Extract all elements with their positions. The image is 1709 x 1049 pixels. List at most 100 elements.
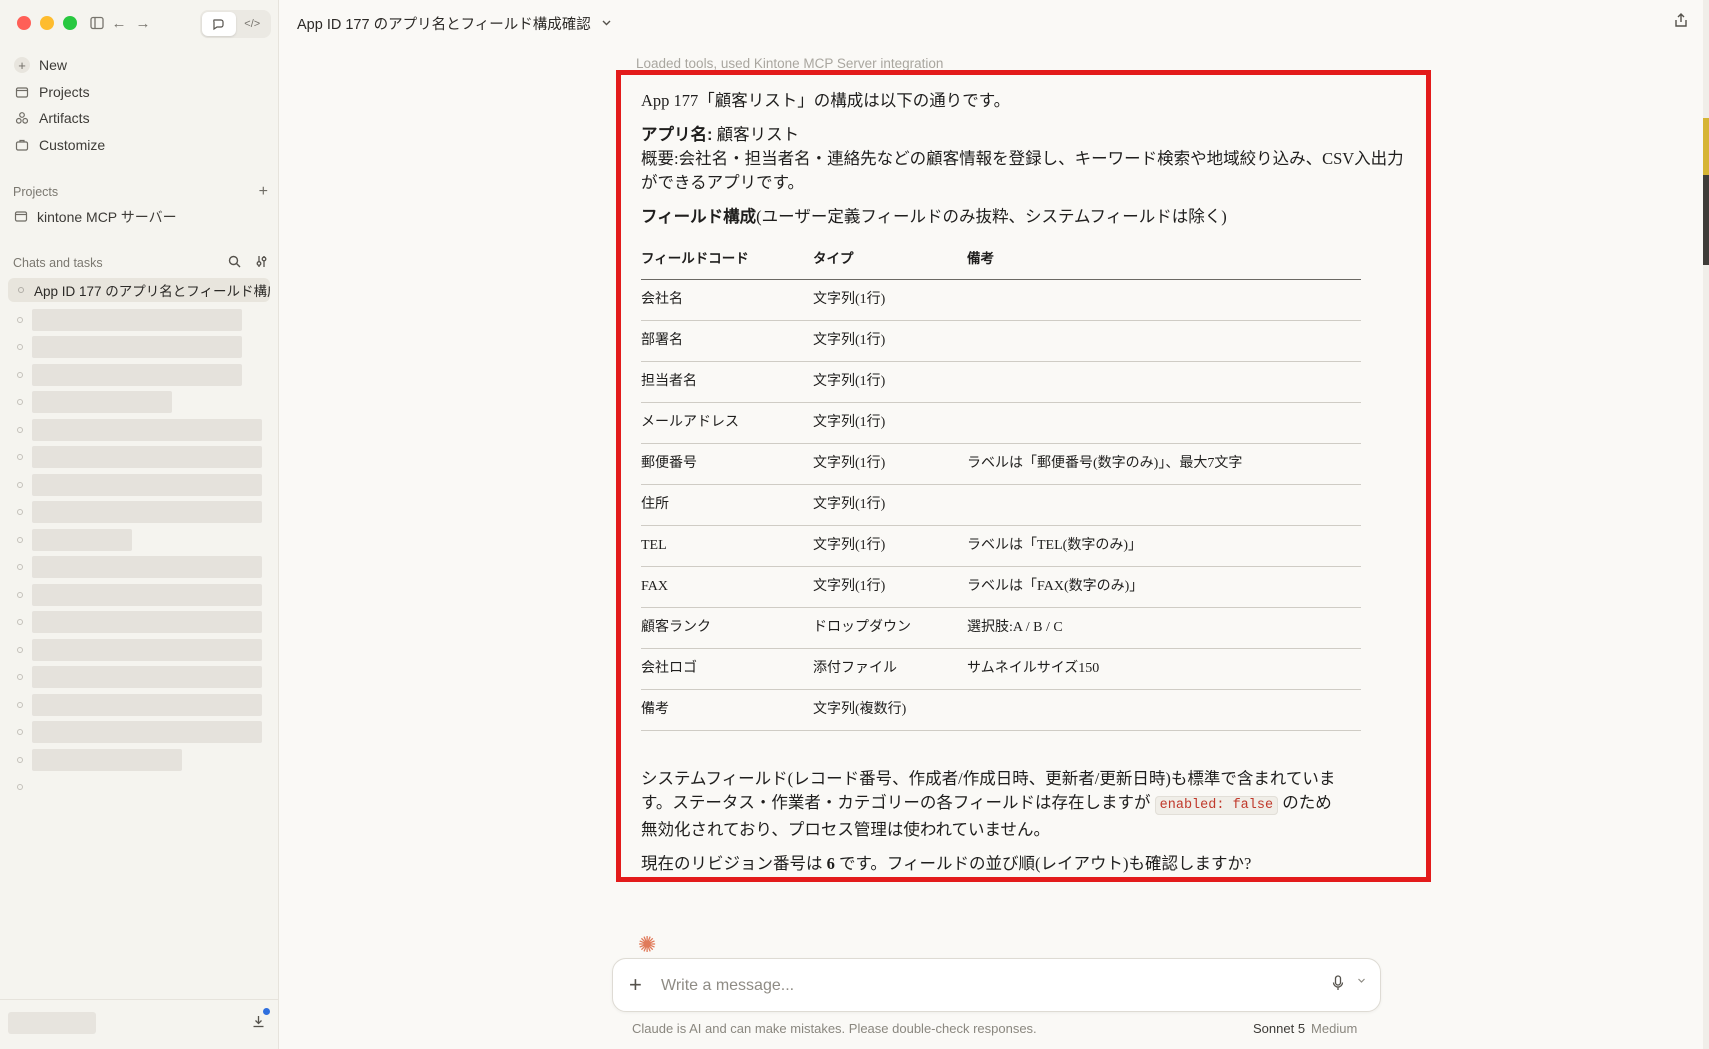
answer-intro: App 177「顧客リスト」の構成は以下の通りです。 — [641, 91, 1011, 110]
chat-item-title: App ID 177 のアプリ名とフィールド構成確認 — [34, 284, 270, 299]
field-note-cell: サムネイルサイズ150 — [967, 648, 1361, 690]
chat-item[interactable] — [17, 334, 267, 362]
notification-dot — [263, 1008, 270, 1015]
field-note-cell — [967, 402, 1361, 444]
column-header: フィールドコード — [641, 239, 813, 280]
sidebar-toggle-icon[interactable] — [86, 12, 108, 34]
filter-sliders-icon[interactable] — [255, 255, 268, 271]
message-input[interactable] — [661, 973, 1281, 999]
tool-usage-summary[interactable]: Loaded tools, used Kintone MCP Server in… — [636, 56, 943, 71]
redacted-title — [32, 308, 242, 331]
user-account-button[interactable] — [8, 1012, 96, 1034]
search-icon[interactable] — [228, 255, 241, 271]
table-row: 顧客ランク ドロップダウン 選択肢:A / B / C — [641, 607, 1361, 649]
field-type-cell: ドロップダウン — [813, 607, 967, 649]
redacted-title — [32, 363, 242, 386]
chat-status-dot — [17, 536, 23, 543]
model-effort: Medium — [1311, 1021, 1358, 1036]
conversation-title-menu[interactable]: App ID 177 のアプリ名とフィールド構成確認 — [297, 13, 612, 34]
folder-icon — [14, 209, 28, 226]
system-fields-note: システムフィールド(レコード番号、作成者/作成日時、更新者/更新日時)も標準で含… — [641, 767, 1341, 842]
scrollbar-thumb[interactable] — [1703, 175, 1709, 265]
briefcase-icon — [14, 137, 30, 153]
forward-arrow-icon[interactable]: → — [132, 12, 154, 34]
chat-mode-icon[interactable] — [202, 12, 236, 36]
sidebar-footer — [0, 999, 279, 1049]
assistant-message: App 177「顧客リスト」の構成は以下の通りです。 アプリ名: 顧客リスト 概… — [616, 70, 1431, 882]
conversation-title: App ID 177 のアプリ名とフィールド構成確認 — [297, 17, 591, 33]
chat-item[interactable] — [17, 774, 267, 802]
redacted-title — [32, 501, 262, 524]
scrollbar-marker — [1703, 118, 1709, 178]
redacted-title — [32, 473, 262, 496]
chat-item[interactable] — [17, 444, 267, 472]
plus-icon: + — [14, 57, 30, 74]
chat-item[interactable] — [17, 526, 267, 554]
chat-item-active[interactable]: App ID 177 のアプリ名とフィールド構成確認 — [8, 278, 270, 302]
projects-heading: Projects — [13, 185, 59, 199]
table-row: 会社名 文字列(1行) — [641, 279, 1361, 321]
field-code-cell: 担当者名 — [641, 361, 813, 403]
chat-status-dot — [17, 784, 23, 791]
chevron-down-icon[interactable] — [1357, 976, 1366, 988]
table-row: 会社ロゴ 添付ファイル サムネイルサイズ150 — [641, 648, 1361, 690]
microphone-icon[interactable] — [1332, 975, 1344, 995]
table-row: TEL 文字列(1行) ラベルは「TEL(数字のみ)」 — [641, 525, 1361, 567]
close-window-button[interactable] — [17, 16, 31, 30]
nav-artifacts[interactable]: Artifacts — [12, 105, 269, 132]
chat-item[interactable] — [17, 746, 267, 774]
chat-item[interactable] — [17, 389, 267, 417]
code-mode-icon[interactable]: </> — [236, 12, 270, 36]
table-row: 担当者名 文字列(1行) — [641, 361, 1361, 403]
chat-item[interactable] — [17, 581, 267, 609]
model-selector[interactable]: Sonnet 5 Medium — [1253, 1021, 1357, 1036]
chat-list — [17, 306, 267, 801]
project-item-label: kintone MCP サーバー — [37, 209, 177, 225]
field-type-cell: 文字列(1行) — [813, 279, 967, 321]
new-chat-button[interactable]: + New — [12, 52, 269, 79]
chat-status-dot — [17, 509, 23, 516]
back-arrow-icon[interactable]: ← — [108, 12, 130, 34]
column-header: タイプ — [813, 239, 967, 280]
chat-item[interactable] — [17, 416, 267, 444]
chat-item[interactable] — [17, 664, 267, 692]
add-project-plus-icon[interactable]: + — [259, 183, 268, 201]
chat-status-dot — [17, 316, 23, 323]
field-note-cell — [967, 320, 1361, 362]
table-row: FAX 文字列(1行) ラベルは「FAX(数字のみ)」 — [641, 566, 1361, 608]
download-icon[interactable] — [252, 1015, 265, 1031]
field-type-cell: 文字列(1行) — [813, 484, 967, 526]
field-note-cell: ラベルは「TEL(数字のみ)」 — [967, 525, 1361, 567]
nav-customize[interactable]: Customize — [12, 132, 269, 159]
model-name: Sonnet 5 — [1253, 1021, 1306, 1036]
chat-item[interactable] — [17, 499, 267, 527]
field-code-cell: 備考 — [641, 689, 813, 731]
chat-status-dot — [17, 481, 23, 488]
field-note-cell — [967, 361, 1361, 403]
attach-plus-icon[interactable]: + — [629, 972, 642, 998]
chat-item[interactable] — [17, 636, 267, 664]
fields-heading-note: (ユーザー定義フィールドのみ抜粋、システムフィールドは除く) — [756, 207, 1227, 226]
nav-label-artifacts: Artifacts — [39, 110, 90, 127]
table-row: 備考 文字列(複数行) — [641, 689, 1361, 731]
sidebar: ← → </> + New Projects Artifacts Customi… — [0, 0, 279, 1049]
sidebar-nav: + New Projects Artifacts Customize — [12, 52, 269, 158]
table-row: 部署名 文字列(1行) — [641, 320, 1361, 362]
minimize-window-button[interactable] — [40, 16, 54, 30]
chat-status-dot — [17, 399, 23, 406]
chat-status-dot — [17, 344, 23, 351]
chat-item[interactable] — [17, 306, 267, 334]
chat-item[interactable] — [17, 609, 267, 637]
redacted-title — [32, 721, 262, 744]
nav-projects[interactable]: Projects — [12, 79, 269, 106]
field-type-cell: 文字列(1行) — [813, 361, 967, 403]
chat-item[interactable] — [17, 691, 267, 719]
fields-heading-bold: フィールド構成 — [641, 208, 757, 226]
zoom-window-button[interactable] — [63, 16, 77, 30]
share-icon[interactable] — [1673, 12, 1689, 33]
chat-item[interactable] — [17, 554, 267, 582]
project-item-kintone[interactable]: kintone MCP サーバー — [12, 207, 177, 227]
chat-item[interactable] — [17, 471, 267, 499]
chat-item[interactable] — [17, 361, 267, 389]
chat-item[interactable] — [17, 719, 267, 747]
